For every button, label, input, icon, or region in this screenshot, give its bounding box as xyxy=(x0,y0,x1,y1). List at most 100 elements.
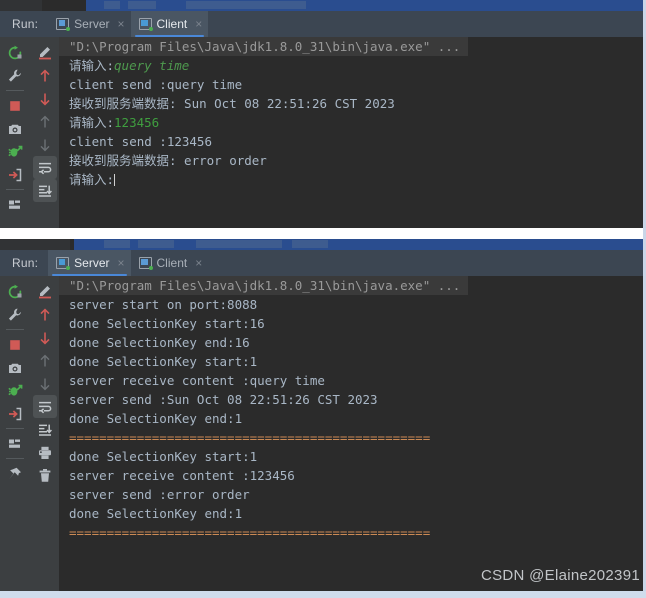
up-arrow-dim-icon xyxy=(33,349,57,372)
run-configuration-icon xyxy=(138,257,153,270)
screenshot-camera-icon[interactable] xyxy=(3,356,27,379)
editor-ghost-text-4 xyxy=(292,240,328,248)
console-separator-line: ========================================… xyxy=(69,430,431,445)
console-line: 请输入:123456 xyxy=(69,115,160,130)
editor-gutter-remnant-2 xyxy=(42,0,74,11)
layout-icon[interactable] xyxy=(3,432,27,455)
editor-sliver-top xyxy=(0,0,646,11)
down-arrow-icon[interactable] xyxy=(33,326,57,349)
export-icon[interactable] xyxy=(3,402,27,425)
down-arrow-dim-icon xyxy=(33,133,57,156)
run-tabs-bar-client: Run: Server × Client × xyxy=(0,11,646,37)
run-toolbar-right-client xyxy=(30,37,59,228)
pin-tab-icon[interactable] xyxy=(3,462,27,485)
stop-icon[interactable] xyxy=(3,333,27,356)
run-tool-window-client: Run: Server × Client × "D:\Program Files… xyxy=(0,0,646,228)
up-arrow-icon[interactable] xyxy=(33,303,57,326)
highlight-marker-icon[interactable] xyxy=(33,41,57,64)
export-icon[interactable] xyxy=(3,163,27,186)
editor-gutter-remnant xyxy=(0,0,42,11)
run-tool-window-server: Run: Server × Client × "D:\Program Files… xyxy=(0,239,646,591)
console-line: server start on port:8088 xyxy=(69,297,258,312)
console-line: 接收到服务端数据: Sun Oct 08 22:51:26 CST 2023 xyxy=(69,96,395,111)
user-input-text: query time xyxy=(114,58,190,73)
toolbar-divider xyxy=(6,189,24,190)
editor-gutter-remnant xyxy=(0,239,70,250)
user-input-text: 123456 xyxy=(114,115,160,130)
close-icon[interactable]: × xyxy=(118,257,125,269)
tab-server-label: Server xyxy=(74,256,110,270)
edit-configuration-wrench-icon[interactable] xyxy=(3,64,27,87)
run-tabs-bar-server: Run: Server × Client × xyxy=(0,250,646,276)
console-line: 请输入:query time xyxy=(69,58,190,73)
scroll-to-end-icon[interactable] xyxy=(32,179,57,202)
layout-icon[interactable] xyxy=(3,193,27,216)
toolbar-divider xyxy=(6,428,24,429)
tab-server[interactable]: Server × xyxy=(48,250,131,276)
editor-ghost-text-2 xyxy=(128,1,156,9)
console-line: client send :query time xyxy=(69,77,243,92)
tab-client-label: Client xyxy=(156,17,188,31)
run-configuration-icon xyxy=(138,18,153,31)
up-arrow-dim-icon xyxy=(33,110,57,133)
console-line: done SelectionKey start:16 xyxy=(69,316,265,331)
toolbar-divider xyxy=(6,90,24,91)
run-tool-window-label: Run: xyxy=(12,256,39,270)
console-separator-line: ========================================… xyxy=(69,525,431,540)
console-command-line: "D:\Program Files\Java\jdk1.8.0_31\bin\j… xyxy=(59,276,469,295)
print-icon[interactable] xyxy=(33,441,57,464)
attach-debugger-icon[interactable] xyxy=(3,140,27,163)
editor-ghost-text-1 xyxy=(104,240,130,248)
text-caret xyxy=(114,174,116,186)
screenshot-gutter xyxy=(0,228,646,239)
screenshot-camera-icon[interactable] xyxy=(3,117,27,140)
stop-icon[interactable] xyxy=(3,94,27,117)
editor-ghost-text-3 xyxy=(196,240,282,248)
console-output-server[interactable]: "D:\Program Files\Java\jdk1.8.0_31\bin\j… xyxy=(59,276,646,591)
run-configuration-icon xyxy=(56,257,71,270)
console-output-client[interactable]: "D:\Program Files\Java\jdk1.8.0_31\bin\j… xyxy=(59,37,646,228)
toolbar-divider xyxy=(6,329,24,330)
run-configuration-icon xyxy=(56,18,71,31)
attach-debugger-icon[interactable] xyxy=(3,379,27,402)
close-icon[interactable]: × xyxy=(195,257,202,269)
run-toolbar-right-server xyxy=(30,276,59,591)
up-arrow-icon[interactable] xyxy=(33,64,57,87)
close-icon[interactable]: × xyxy=(195,18,202,30)
soft-wrap-icon[interactable] xyxy=(32,156,57,179)
tab-server-label: Server xyxy=(74,17,110,31)
tab-client[interactable]: Client × xyxy=(131,250,209,276)
console-line: done SelectionKey end:16 xyxy=(69,335,250,350)
console-line: client send :123456 xyxy=(69,134,212,149)
tab-client[interactable]: Client × xyxy=(130,11,209,37)
soft-wrap-icon[interactable] xyxy=(32,395,57,418)
console-line: server receive content :123456 xyxy=(69,468,295,483)
scroll-to-end-icon[interactable] xyxy=(33,418,57,441)
tab-client-label: Client xyxy=(156,256,188,270)
clear-all-trash-icon[interactable] xyxy=(33,464,57,487)
tab-server[interactable]: Server × xyxy=(48,11,130,37)
rerun-icon[interactable] xyxy=(3,41,27,64)
rerun-icon[interactable] xyxy=(3,280,27,303)
console-line: done SelectionKey start:1 xyxy=(69,354,258,369)
console-line: server send :error order xyxy=(69,487,250,502)
console-line: done SelectionKey end:1 xyxy=(69,411,243,426)
editor-selection-band xyxy=(86,0,646,11)
edit-configuration-wrench-icon[interactable] xyxy=(3,303,27,326)
run-tool-window-label: Run: xyxy=(12,17,39,31)
down-arrow-dim-icon xyxy=(33,372,57,395)
editor-ghost-text-3 xyxy=(186,1,306,9)
console-line: done SelectionKey end:1 xyxy=(69,506,243,521)
toolbar-divider xyxy=(6,458,24,459)
console-line: 请输入: xyxy=(69,172,116,187)
highlight-marker-icon[interactable] xyxy=(33,280,57,303)
close-icon[interactable]: × xyxy=(118,18,125,30)
editor-sliver-bottom xyxy=(0,239,646,250)
console-command-line: "D:\Program Files\Java\jdk1.8.0_31\bin\j… xyxy=(59,37,469,56)
down-arrow-icon[interactable] xyxy=(33,87,57,110)
editor-ghost-text-1 xyxy=(104,1,120,9)
run-toolbar-left-client xyxy=(0,37,30,228)
console-line: server receive content :query time xyxy=(69,373,325,388)
editor-ghost-text-2 xyxy=(138,240,174,248)
console-line: 接收到服务端数据: error order xyxy=(69,153,267,168)
